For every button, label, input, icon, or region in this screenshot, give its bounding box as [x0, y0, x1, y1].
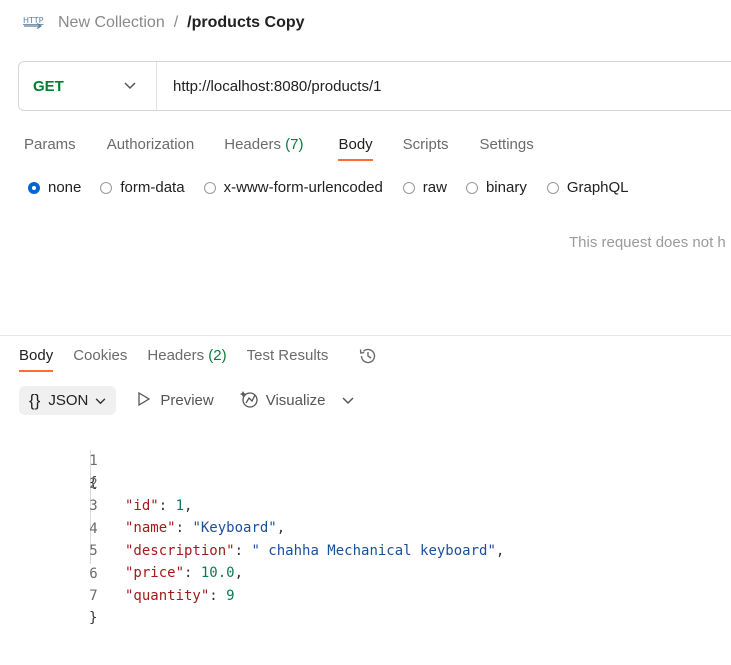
- chevron-down-icon[interactable]: [341, 392, 354, 409]
- json-value: 1: [175, 497, 185, 514]
- line-number: 4: [89, 520, 98, 537]
- code-line: 1 {: [0, 428, 98, 491]
- json-key: "name": [125, 520, 176, 536]
- method-select[interactable]: GET: [19, 62, 157, 110]
- response-tab-body[interactable]: Body: [19, 347, 54, 372]
- line-number: 5: [89, 543, 98, 559]
- svg-text:HTTP: HTTP: [23, 16, 44, 25]
- visualize-icon: [239, 389, 260, 413]
- radio-form-data[interactable]: form-data: [100, 179, 185, 196]
- url-bar: GET http://localhost:8080/products/1: [18, 61, 731, 111]
- no-body-message: This request does not h: [569, 234, 726, 251]
- tab-headers-label: Headers: [224, 136, 281, 153]
- json-value: 10.0: [200, 565, 235, 581]
- response-tab-headers-label: Headers: [147, 347, 205, 364]
- response-tab-cookies[interactable]: Cookies: [73, 347, 127, 372]
- visualize-button[interactable]: Visualize: [239, 389, 326, 413]
- visualize-label: Visualize: [265, 392, 326, 409]
- collection-link[interactable]: New Collection: [58, 14, 165, 32]
- json-key: "description": [125, 542, 235, 559]
- radio-icon: [546, 181, 559, 194]
- json-value: "Keyboard": [192, 520, 277, 536]
- line-number: 7: [89, 588, 98, 604]
- json-value: 9: [226, 587, 235, 604]
- preview-button[interactable]: Preview: [137, 391, 214, 411]
- request-tabs: Params Authorization Headers (7) Body Sc…: [24, 136, 534, 161]
- play-icon: [137, 391, 151, 411]
- body-type-options: none form-data x-www-form-urlencoded raw…: [28, 179, 629, 196]
- radio-label: x-www-form-urlencoded: [223, 179, 383, 196]
- radio-icon: [465, 181, 478, 194]
- json-key: "id": [125, 497, 159, 514]
- code-line: 5 "price": 10.0,: [0, 518, 243, 581]
- code-line: 3 "name": "Keyboard",: [0, 473, 285, 536]
- url-input[interactable]: http://localhost:8080/products/1: [157, 78, 381, 95]
- tab-headers[interactable]: Headers (7): [224, 136, 303, 161]
- format-select[interactable]: {} JSON: [19, 386, 117, 415]
- json-braces-icon: {}: [29, 390, 41, 410]
- radio-binary[interactable]: binary: [465, 179, 527, 196]
- radio-none[interactable]: none: [28, 179, 81, 196]
- line-number: 6: [89, 565, 98, 582]
- preview-label: Preview: [160, 392, 214, 409]
- chevron-down-icon: [95, 392, 106, 409]
- code-line: 6 "quantity": 9: [0, 541, 234, 604]
- tab-headers-count: (7): [285, 136, 304, 153]
- response-tabs: Body Cookies Headers (2) Test Results: [19, 347, 378, 372]
- history-icon[interactable]: [358, 346, 378, 372]
- tab-scripts[interactable]: Scripts: [403, 136, 449, 161]
- method-label: GET: [33, 77, 64, 95]
- tab-settings[interactable]: Settings: [480, 136, 534, 161]
- pane-divider[interactable]: [0, 335, 731, 336]
- radio-label: GraphQL: [566, 179, 629, 196]
- response-tab-headers[interactable]: Headers (2): [147, 347, 226, 372]
- json-key: "quantity": [125, 587, 210, 604]
- line-number: 1: [89, 453, 98, 469]
- json-value: " chahha Mechanical keyboard": [251, 542, 496, 559]
- radio-label: form-data: [120, 179, 185, 196]
- request-name[interactable]: /products Copy: [187, 14, 304, 32]
- code-line: 7 }: [0, 563, 98, 626]
- close-brace: }: [89, 610, 98, 626]
- radio-icon: [100, 181, 113, 194]
- line-number: 3: [89, 498, 98, 514]
- radio-graphql[interactable]: GraphQL: [546, 179, 629, 196]
- tab-authorization[interactable]: Authorization: [107, 136, 195, 161]
- code-line: 4 "description": " chahha Mechanical key…: [0, 496, 504, 559]
- breadcrumb: HTTP New Collection / /products Copy: [22, 10, 305, 36]
- tab-params[interactable]: Params: [24, 136, 76, 161]
- radio-icon: [203, 181, 216, 194]
- line-number: 2: [89, 475, 98, 492]
- format-label: JSON: [48, 392, 89, 409]
- response-toolbar: {} JSON Preview Visualize: [19, 386, 354, 415]
- radio-x-www-form-urlencoded[interactable]: x-www-form-urlencoded: [203, 179, 383, 196]
- chevron-down-icon: [124, 77, 136, 95]
- response-tab-headers-count: (2): [208, 347, 227, 364]
- json-key: "price": [125, 565, 185, 581]
- radio-label: binary: [485, 179, 527, 196]
- response-tab-test-results[interactable]: Test Results: [247, 347, 329, 372]
- radio-raw[interactable]: raw: [402, 179, 447, 196]
- radio-label: none: [48, 179, 82, 196]
- code-line: 2 "id": 1,: [0, 451, 192, 514]
- breadcrumb-separator: /: [173, 14, 179, 31]
- radio-selected-icon: [28, 181, 40, 194]
- radio-icon: [402, 181, 415, 194]
- tab-body[interactable]: Body: [338, 136, 373, 161]
- radio-label: raw: [422, 179, 447, 196]
- http-request-icon: HTTP: [22, 12, 44, 35]
